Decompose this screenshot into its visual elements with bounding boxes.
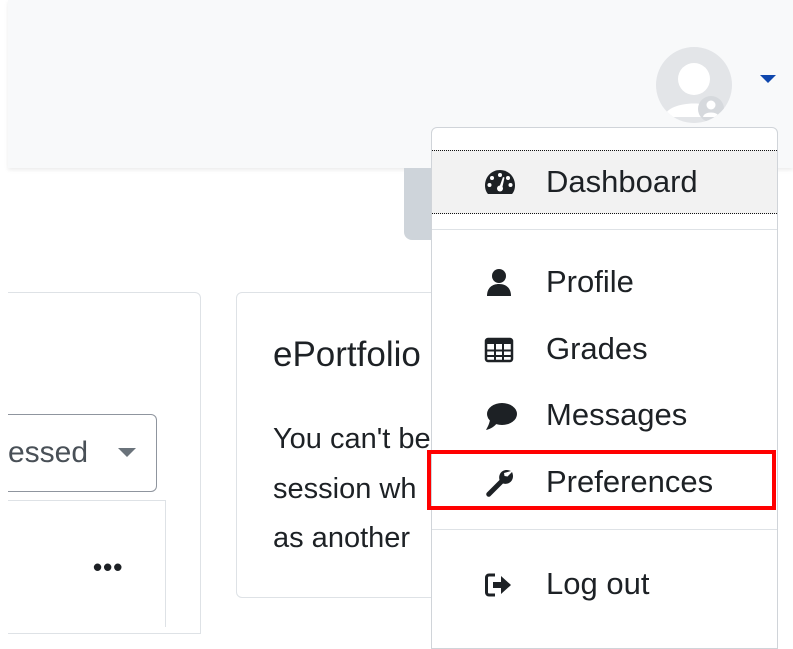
status-select[interactable]: essed [8,414,157,492]
status-select-value: essed [8,436,89,469]
menu-item-profile[interactable]: Profile [432,251,777,311]
wrench-icon [484,468,514,498]
menu-item-logout[interactable]: Log out [432,553,777,613]
inner-border [165,500,166,627]
menu-item-messages[interactable]: Messages [432,384,777,444]
comment-icon [484,401,517,431]
more-actions-button[interactable]: ••• [93,552,123,583]
caret-down-icon [118,448,136,457]
menu-item-label: Preferences [546,464,714,499]
user-avatar[interactable] [656,47,732,123]
menu-item-dashboard[interactable]: Dashboard [432,150,777,214]
sign-out-icon [484,570,514,600]
menu-divider [432,529,777,530]
user-icon [484,268,514,298]
menu-item-label: Messages [546,397,688,432]
menu-item-label: Log out [546,566,650,601]
tachometer-icon [484,168,515,198]
menu-item-label: Grades [546,331,648,366]
eportfolio-text-line: session wh [273,473,417,505]
default-user-avatar-icon [656,47,732,123]
eportfolio-title: ePortfolio [273,335,421,374]
menu-divider [432,229,777,230]
menu-item-label: Dashboard [546,164,698,199]
user-menu-dropdown: Dashboard Profile Grades Messages Prefer… [431,127,778,649]
menu-item-label: Profile [546,264,634,299]
caret-down-icon[interactable] [760,75,776,83]
eportfolio-text-line: as another [273,522,411,554]
inner-border [8,500,166,501]
table-icon [484,335,514,365]
menu-item-preferences[interactable]: Preferences [432,451,777,511]
eportfolio-text-line: You can't be [273,423,431,455]
menu-item-grades[interactable]: Grades [432,318,777,378]
